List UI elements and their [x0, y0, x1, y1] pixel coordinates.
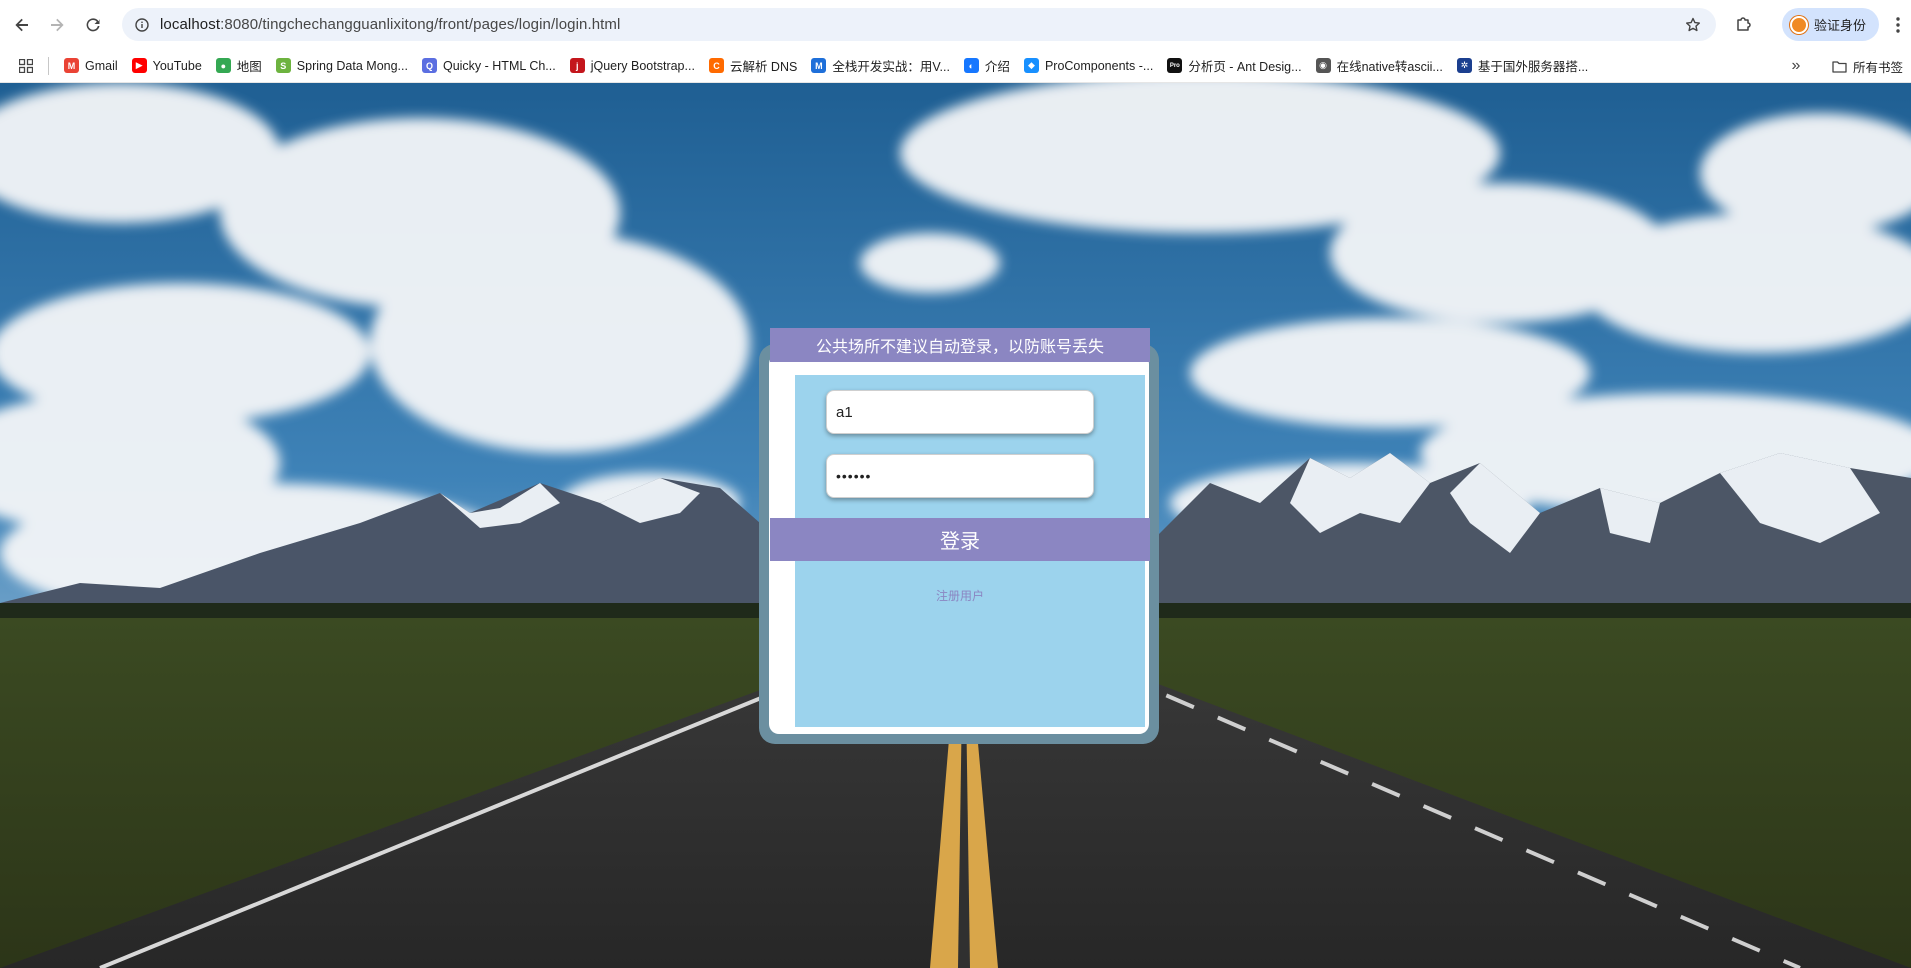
bookmark-label: 介绍: [984, 60, 1010, 74]
bookmark-favicon-icon: S: [275, 58, 291, 73]
forward-icon[interactable]: [42, 10, 72, 40]
bookmark-favicon-icon: ▶: [131, 58, 147, 73]
bookmark-favicon-icon: Q: [421, 58, 437, 73]
url-text[interactable]: localhost:8080/tingchechangguanlixitong/…: [160, 16, 620, 33]
bookmark-list: M Gmail ▶ YouTube ● 地图 S Spring Data Mong... Q Qu…: [57, 52, 1595, 80]
bookmark-label: ProComponents -...: [1044, 58, 1154, 73]
site-info-icon[interactable]: [128, 11, 156, 39]
profile-chip[interactable]: 验证身份: [1782, 8, 1879, 41]
profile-avatar: [1790, 15, 1808, 34]
profile-label: 验证身份: [1814, 18, 1867, 33]
bookmark-item[interactable]: ◉ 在线native转ascii...: [1309, 52, 1450, 80]
bookmark-favicon-icon: M: [811, 58, 827, 73]
bookmarks-divider: [48, 56, 49, 75]
bookmark-item[interactable]: ◆ ProComponents -...: [1017, 52, 1160, 80]
all-bookmarks-label: 所有书签: [1853, 60, 1904, 75]
bookmark-item[interactable]: M Gmail: [57, 52, 125, 80]
bookmark-label: 全栈开发实战：用V...: [832, 60, 950, 74]
url-path: :8080/tingchechangguanlixitong/front/pag…: [220, 16, 621, 33]
browser-toolbar: localhost:8080/tingchechangguanlixitong/…: [0, 0, 1911, 49]
bookmark-favicon-icon: ◆: [1023, 58, 1039, 73]
apps-grid-icon[interactable]: [12, 52, 40, 80]
reload-icon[interactable]: [78, 10, 108, 40]
bookmark-star-icon[interactable]: [1682, 14, 1704, 36]
bookmark-favicon-icon: ◐: [963, 58, 979, 73]
bookmark-label: 在线native转ascii...: [1336, 60, 1443, 74]
bookmark-label: 地图: [236, 60, 262, 74]
bookmark-item[interactable]: S Spring Data Mong...: [269, 52, 415, 80]
bookmark-label: Gmail: [85, 58, 118, 73]
password-input[interactable]: ••••••: [826, 454, 1094, 498]
bookmark-item[interactable]: ● 地图: [209, 52, 269, 80]
bookmark-item[interactable]: M 全栈开发实战：用V...: [804, 52, 957, 80]
bookmark-item[interactable]: ▶ YouTube: [125, 52, 209, 80]
bookmark-favicon-icon: ◉: [1315, 58, 1331, 73]
bookmark-favicon-icon: Pro: [1167, 58, 1183, 73]
url-host: localhost: [160, 16, 221, 33]
bookmark-label: 基于国外服务器搭...: [1477, 60, 1589, 74]
bookmark-item[interactable]: ✲ 基于国外服务器搭...: [1450, 52, 1595, 80]
bookmarks-bar: M Gmail ▶ YouTube ● 地图 S Spring Data Mong... Q Qu…: [0, 49, 1911, 83]
bookmark-label: 分析页 - Ant Desig...: [1188, 60, 1302, 74]
bookmark-favicon-icon: M: [64, 58, 79, 73]
login-button[interactable]: 登录: [770, 518, 1150, 561]
bookmark-label: jQuery Bootstrap...: [590, 58, 695, 73]
bookmark-item[interactable]: Q Quicky - HTML Ch...: [415, 52, 563, 80]
address-bar[interactable]: localhost:8080/tingchechangguanlixitong/…: [122, 8, 1716, 41]
login-notice: 公共场所不建议自动登录，以防账号丢失: [770, 328, 1150, 362]
more-bookmarks-chevron-icon[interactable]: »: [1782, 52, 1810, 80]
back-icon[interactable]: [7, 10, 37, 40]
extensions-puzzle-icon[interactable]: [1730, 10, 1758, 38]
bookmark-favicon-icon: ✲: [1456, 58, 1472, 73]
bookmark-favicon-icon: j: [569, 58, 585, 73]
bookmark-label: Spring Data Mong...: [296, 58, 408, 73]
folder-icon: [1832, 60, 1847, 73]
bookmark-item[interactable]: ◐ 介绍: [957, 52, 1017, 80]
bookmark-item[interactable]: j jQuery Bootstrap...: [563, 52, 702, 80]
all-bookmarks-button[interactable]: 所有书签: [1832, 52, 1903, 80]
bookmark-favicon-icon: C: [708, 58, 724, 73]
username-input[interactable]: a1: [826, 390, 1094, 434]
bookmark-label: 云解析 DNS: [729, 60, 798, 74]
bookmark-item[interactable]: C 云解析 DNS: [702, 52, 804, 80]
more-menu-icon[interactable]: [1888, 12, 1908, 38]
bookmark-item[interactable]: Pro 分析页 - Ant Desig...: [1160, 52, 1308, 80]
bookmark-label: YouTube: [152, 58, 202, 73]
register-link[interactable]: 注册用户: [880, 587, 1040, 604]
bookmark-favicon-icon: ●: [215, 58, 231, 73]
bookmark-label: Quicky - HTML Ch...: [442, 58, 556, 73]
